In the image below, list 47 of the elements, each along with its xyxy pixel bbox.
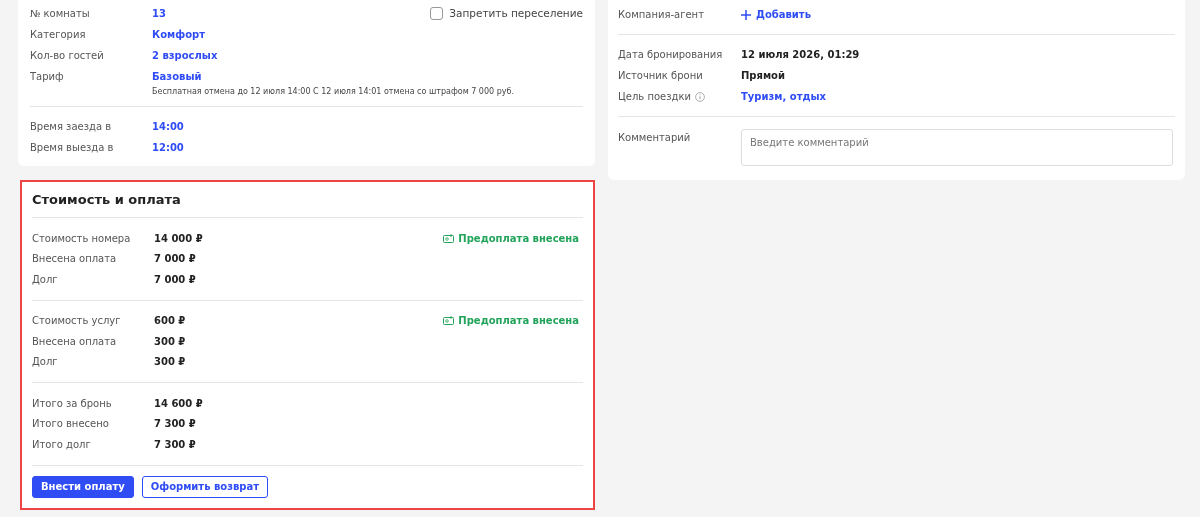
field-label: Долг: [32, 355, 59, 370]
pay-button[interactable]: Внести оплату: [32, 475, 134, 498]
comment-field[interactable]: Введите комментарий: [741, 129, 1173, 166]
field-link[interactable]: 13: [152, 3, 166, 24]
field-label: Категория: [30, 28, 87, 42]
field-value: 14 000 ₽: [154, 231, 203, 246]
field-label: Стоимость услуг: [32, 314, 122, 329]
checkbox-label: Запретить переселение: [449, 5, 583, 21]
field-label: Итого долг: [32, 437, 92, 452]
field-label: Тариф: [30, 70, 65, 84]
field-label: Комментарий: [618, 131, 692, 145]
field-label: Стоимость номера: [32, 231, 132, 246]
field-label: Время выезда в: [30, 141, 115, 155]
field-label: Внесена оплата: [32, 252, 118, 267]
field-label: Компания-агент: [618, 8, 705, 22]
field-label: Цель поездки: [618, 90, 691, 104]
field-value: 7 000 ₽: [154, 252, 196, 267]
field-note: Бесплатная отмена до 12 июля 14:00 С 12 июля 14:01 отмена со штрафом 7 000 руб.: [152, 87, 514, 97]
field-value: 300 ₽: [154, 334, 186, 349]
field-label: Источник брони: [618, 69, 703, 83]
field-value: 7 300 ₽: [154, 417, 196, 432]
status-label: Предоплата внесена: [458, 314, 579, 329]
field-label: Итого внесено: [32, 417, 110, 432]
field-link[interactable]: Базовый: [152, 66, 514, 87]
field-value: 12 июля 2026, 01:29: [741, 48, 860, 62]
refund-button[interactable]: Оформить возврат: [141, 475, 268, 498]
field-label: Внесена оплата: [32, 334, 118, 349]
section-title: Стоимость и оплата: [32, 191, 182, 209]
field-link[interactable]: Туризм, отдых: [741, 89, 826, 104]
field-value: 7 300 ₽: [154, 437, 196, 452]
field-value: 300 ₽: [154, 355, 186, 370]
field-label: Долг: [32, 272, 59, 287]
field-value: Прямой: [741, 69, 785, 83]
field-label: Кол-во гостей: [30, 49, 105, 63]
field-link[interactable]: Комфорт: [152, 24, 205, 45]
status-label: Предоплата внесена: [458, 231, 579, 246]
field-link[interactable]: 2 взрослых: [152, 45, 218, 66]
field-label: Итого за бронь: [32, 396, 113, 411]
field-value: 600 ₽: [154, 314, 186, 329]
field-value: 7 000 ₽: [154, 272, 196, 287]
add-button[interactable]: Добавить: [741, 7, 811, 22]
field-label: Дата бронирования: [618, 48, 723, 62]
field-link[interactable]: 14:00: [152, 116, 184, 137]
field-value: 14 600 ₽: [154, 396, 203, 411]
field-link[interactable]: 12:00: [152, 137, 184, 158]
field-label: № комнаты: [30, 7, 91, 21]
field-label: Время заезда в: [30, 120, 113, 134]
